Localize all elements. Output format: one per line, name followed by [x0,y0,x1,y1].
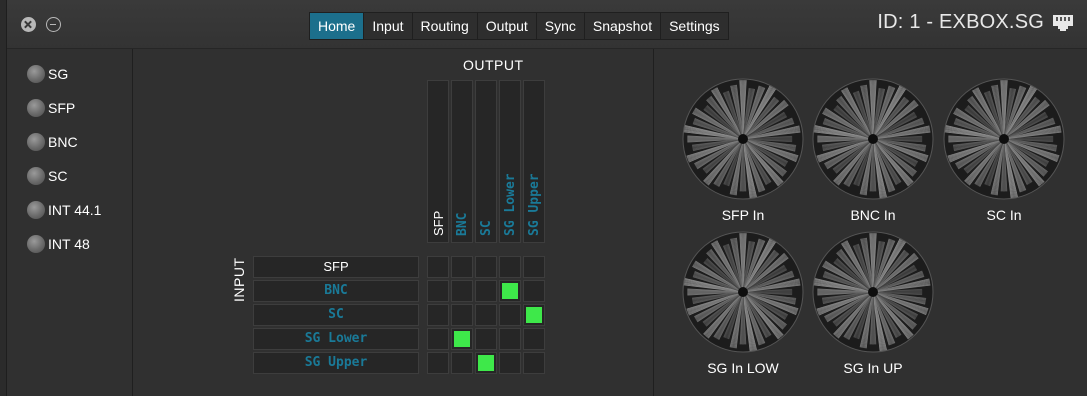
route-cell[interactable] [427,352,449,374]
route-cell[interactable] [499,304,521,326]
route-cell[interactable] [451,328,473,350]
route-cell[interactable] [451,280,473,302]
sync-source-panel: SG SFP BNC SC INT 44.1 INT 48 [7,49,133,396]
meter-dial [682,78,804,200]
route-cell[interactable] [427,328,449,350]
meter-label: SFP In [721,207,765,223]
led-indicator [27,99,45,117]
route-cell[interactable] [475,256,497,278]
output-header-bnc: BNC [451,80,473,243]
route-cell[interactable] [523,328,545,350]
meter-label: BNC In [850,207,896,223]
sync-source-label: SC [48,168,68,184]
output-label: SG Lower [503,173,518,236]
route-cell[interactable] [499,328,521,350]
output-label: SG Upper [527,173,542,236]
input-header-sg-lower: SG Lower [253,328,419,350]
output-label: SFP [431,210,446,236]
meter-dial [812,231,934,353]
route-cell[interactable] [499,280,521,302]
sync-source-bnc: BNC [27,131,78,153]
tab-routing[interactable]: Routing [412,13,478,39]
output-title: OUTPUT [463,57,524,73]
route-cell[interactable] [451,256,473,278]
input-header-sg-upper: SG Upper [253,352,419,374]
output-label: SC [479,220,494,236]
tab-sync[interactable]: Sync [536,13,585,39]
input-header-sfp: SFP [253,256,419,278]
meter-sg-in-low: SG In LOW [681,230,805,376]
tab-settings[interactable]: Settings [661,13,728,39]
sync-source-label: SG [48,66,69,82]
output-header-sfp: SFP [427,80,449,243]
input-header-sc: SC [253,304,419,326]
route-cell[interactable] [475,304,497,326]
routing-matrix-panel: OUTPUT SFP BNC SC SG Lower SG Upper INPU… [133,49,654,396]
main-tabs: Home Input Routing Output Sync Snapshot … [309,12,729,40]
app-window: Home Input Routing Output Sync Snapshot … [6,0,1087,396]
output-label: BNC [455,212,470,236]
sync-source-label: INT 48 [48,236,90,252]
output-header-sg-lower: SG Lower [499,80,521,243]
route-cell[interactable] [427,304,449,326]
output-header-sg-upper: SG Upper [523,80,545,243]
device-id: ID: 1 - EXBOX.SG [877,11,1044,33]
route-cell[interactable] [499,352,521,374]
sync-source-int441: INT 44.1 [27,199,101,221]
sync-source-sg: SG [27,63,68,85]
minimize-icon[interactable] [46,17,61,32]
sync-source-label: BNC [48,134,78,150]
route-cell[interactable] [475,280,497,302]
tab-home[interactable]: Home [310,13,365,39]
meter-dial [682,231,804,353]
led-indicator [27,167,45,185]
meter-sfp-in: SFP In [681,77,805,223]
route-cell[interactable] [523,256,545,278]
sync-source-sfp: SFP [27,97,75,119]
route-cell[interactable] [427,280,449,302]
meter-label: SG In LOW [707,360,779,376]
led-indicator [27,201,45,219]
route-cell[interactable] [523,280,545,302]
route-cell[interactable] [451,352,473,374]
route-cell[interactable] [523,352,545,374]
meter-bnc-in: BNC In [811,77,935,223]
led-indicator [27,65,45,83]
title-bar: Home Input Routing Output Sync Snapshot … [7,0,1087,49]
route-cell[interactable] [451,304,473,326]
route-cell[interactable] [475,328,497,350]
tab-input[interactable]: Input [364,13,413,39]
route-cell[interactable] [427,256,449,278]
sync-source-label: INT 44.1 [48,202,102,218]
meter-label: SC In [986,207,1022,223]
ethernet-icon [1053,15,1073,31]
meter-label: SG In UP [843,360,903,376]
sync-source-int48: INT 48 [27,233,90,255]
close-icon[interactable] [21,17,36,32]
route-cell[interactable] [475,352,497,374]
led-indicator [27,235,45,253]
output-header-sc: SC [475,80,497,243]
route-cell[interactable] [499,256,521,278]
input-title: INPUT [231,257,247,303]
sync-source-sc: SC [27,165,67,187]
led-indicator [27,133,45,151]
route-cell[interactable] [523,304,545,326]
sync-source-label: SFP [48,100,76,116]
meter-sg-in-up: SG In UP [811,230,935,376]
meter-sc-in: SC In [942,77,1066,223]
meter-dial [943,78,1065,200]
tab-snapshot[interactable]: Snapshot [584,13,662,39]
meter-dial [812,78,934,200]
tab-output[interactable]: Output [477,13,537,39]
meter-panel: SFP In BNC In SC In SG In LOW SG In UP [654,49,1087,396]
input-header-bnc: BNC [253,280,419,302]
